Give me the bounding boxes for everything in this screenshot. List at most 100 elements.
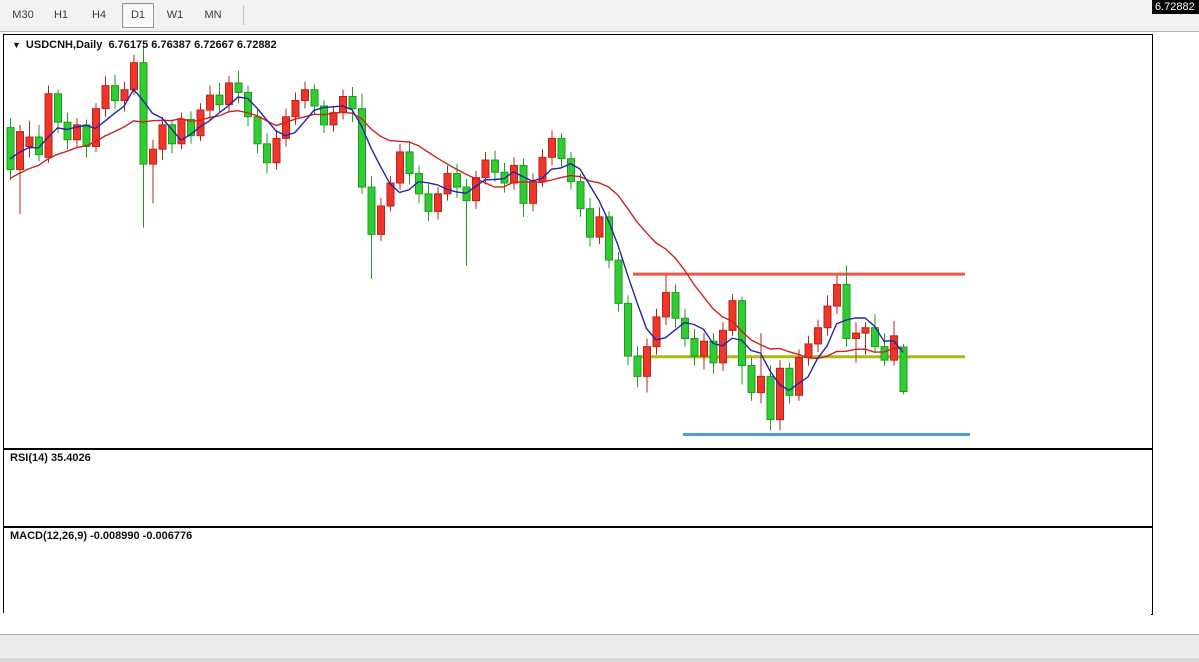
candle-body: [796, 357, 803, 395]
rsi-label: RSI(14) 35.4026: [10, 452, 91, 464]
candle-body: [83, 125, 90, 147]
candle-body: [558, 138, 565, 158]
candle-body: [805, 344, 812, 358]
timeframe-button-d1[interactable]: D1: [122, 3, 154, 28]
candle-body: [425, 194, 432, 212]
candle-body: [131, 63, 138, 90]
chart-title: ▼ USDCNH,Daily 6.76175 6.76387 6.72667 6.…: [12, 39, 277, 51]
candle-body: [397, 152, 404, 183]
candle-body: [634, 356, 641, 376]
candle-body: [900, 347, 907, 392]
candle-body: [511, 165, 518, 183]
candle-body: [644, 347, 651, 377]
candle-body: [824, 306, 831, 328]
candle-body: [672, 293, 679, 319]
candle-body: [862, 328, 869, 333]
candle-body: [786, 368, 793, 395]
candle-body: [682, 318, 689, 338]
bottom-strip: [0, 658, 1199, 662]
candle-body: [216, 95, 223, 104]
candle-body: [625, 303, 632, 356]
candle-body: [454, 174, 461, 188]
candle-body: [482, 160, 489, 178]
candle-body: [492, 160, 499, 172]
candle-body: [577, 182, 584, 209]
candle-body: [264, 144, 271, 163]
candle-body: [302, 90, 309, 101]
candle-body: [691, 339, 698, 357]
macd-label: MACD(12,26,9) -0.008990 -0.006776: [10, 530, 192, 542]
candle-body: [596, 217, 603, 237]
candle-body: [26, 137, 33, 146]
chart-symbol: USDCNH,Daily: [26, 39, 102, 51]
candle-body: [720, 330, 727, 362]
candle-body: [767, 376, 774, 419]
candle-body: [273, 138, 280, 162]
candle-body: [520, 165, 527, 203]
candle-body: [64, 122, 71, 140]
timeframe-button-m30[interactable]: M30: [8, 4, 38, 26]
candle-body: [311, 90, 318, 106]
symbol-dropdown-icon[interactable]: ▼: [12, 40, 21, 50]
rsi-chart: [4, 450, 1150, 524]
candle-body: [843, 284, 850, 338]
chart-tab-bar: [0, 634, 1199, 659]
candle-body: [349, 96, 356, 108]
candle-body: [188, 119, 195, 135]
candle-body: [701, 341, 708, 356]
candle-body: [587, 209, 594, 237]
timeframe-toolbar: M30 H1 H4 D1 W1 MN: [0, 0, 1199, 32]
candlestick-series: [7, 63, 907, 420]
candle-body: [112, 86, 119, 101]
timeframe-button-h4[interactable]: H4: [84, 4, 114, 26]
price-chart-pane[interactable]: [3, 34, 1153, 449]
candle-body: [7, 128, 14, 170]
rsi-pane[interactable]: [3, 449, 1153, 527]
candle-body: [55, 94, 62, 122]
timeframe-button-h1[interactable]: H1: [46, 4, 76, 26]
candle-body: [235, 83, 242, 92]
candlestick-chart: [4, 35, 1150, 446]
candle-body: [207, 95, 214, 110]
toolbar-separator: [243, 5, 244, 25]
candle-body: [473, 178, 480, 201]
candle-body: [406, 152, 413, 174]
date-axis: [3, 613, 1151, 633]
candle-body: [378, 206, 385, 234]
candle-body: [729, 301, 736, 331]
candle-body: [368, 187, 375, 234]
candle-body: [150, 149, 157, 164]
candle-body: [359, 109, 366, 187]
candle-body: [340, 96, 347, 112]
candle-body: [435, 194, 442, 212]
candle-body: [121, 90, 128, 101]
candle-body: [226, 83, 233, 105]
candle-body: [653, 317, 660, 347]
candle-body: [568, 159, 575, 182]
candle-body: [815, 328, 822, 344]
candle-body: [748, 366, 755, 393]
candle-body: [463, 187, 470, 201]
candle-body: [159, 125, 166, 149]
candle-body: [197, 110, 204, 136]
candle-body: [254, 117, 261, 144]
candle-body: [777, 368, 784, 419]
candle-body: [834, 284, 841, 306]
candle-body: [881, 347, 888, 361]
candle-body: [102, 86, 109, 109]
candle-body: [758, 376, 765, 392]
timeframe-button-w1[interactable]: W1: [160, 4, 190, 26]
candle-body: [853, 333, 860, 338]
candle-body: [292, 101, 299, 117]
candle-body: [330, 113, 337, 125]
candle-body: [530, 182, 537, 204]
candle-body: [140, 63, 147, 164]
chart-ohlc-values: 6.76175 6.76387 6.72667 6.72882: [108, 39, 276, 51]
candle-body: [444, 174, 451, 194]
candle-body: [549, 138, 556, 157]
current-price-badge: 6.72882: [1152, 0, 1199, 14]
timeframe-button-mn[interactable]: MN: [198, 4, 228, 26]
candle-body: [36, 137, 43, 155]
candle-body: [45, 94, 52, 158]
candle-body: [615, 260, 622, 303]
